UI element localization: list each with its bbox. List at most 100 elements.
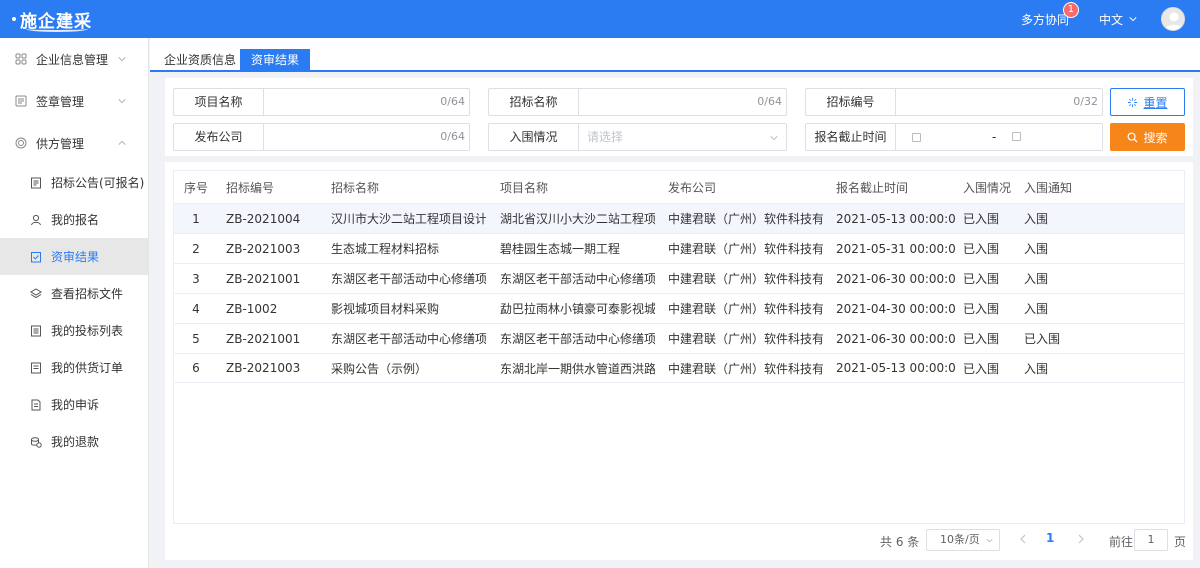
table-row[interactable]: 5 ZB-2021001 东湖区老干部活动中心修缮项... 东湖区老干部活动中心…	[174, 323, 1184, 353]
pagination-total: 共 6 条	[880, 535, 920, 549]
column-header: 招标名称	[331, 180, 380, 195]
bid-name-field[interactable]: 招标名称 0/64	[488, 88, 787, 116]
cell-notice[interactable]: 已入围	[1024, 330, 1084, 347]
cell-bid-name: 生态城工程材料招标	[331, 242, 440, 256]
cell-bid-no: ZB-2021004	[226, 211, 301, 226]
cell-project-name: 碧桂园生态城一期工程	[500, 242, 621, 256]
cell-shortlist: 已入围	[963, 302, 1000, 316]
sidebar-item-my-registration[interactable]: 我的报名	[0, 201, 148, 238]
cell-notice[interactable]: 入围	[1024, 240, 1084, 257]
field-label: 招标名称	[489, 89, 579, 115]
sidebar-item-my-bids[interactable]: 我的投标列表	[0, 312, 148, 349]
column-header: 入围情况	[963, 180, 1012, 195]
shortlist-select[interactable]: 请选择	[579, 124, 786, 150]
tab-enterprise-qualification[interactable]: 企业资质信息	[153, 49, 247, 72]
sidebar-item-my-refunds[interactable]: 我的退款	[0, 423, 148, 460]
bid-name-input[interactable]: 0/64	[579, 89, 786, 115]
page-number-current[interactable]: 1	[1046, 531, 1054, 545]
avatar[interactable]	[1161, 7, 1185, 31]
cell-project-name: 东湖北岸一期供水管道西洪路...	[500, 361, 655, 376]
publisher-input[interactable]: 0/64	[264, 124, 469, 150]
sidebar-item-bid-notice[interactable]: 招标公告(可报名)	[0, 164, 148, 201]
cell-publisher: 中建君联（广州）软件科技有...	[668, 242, 823, 256]
table-row[interactable]: 1 ZB-2021004 汉川市大沙二站工程项目设计... 湖北省汉川小大沙二站…	[174, 203, 1184, 233]
page-suffix: 页	[1174, 535, 1187, 549]
goto-page-input[interactable]: 1	[1134, 529, 1168, 551]
language-select[interactable]: 中文	[1099, 11, 1137, 28]
pagination: 共 6 条 10条/页 1 前往 1 页	[165, 528, 1193, 552]
shortlist-field[interactable]: 入围情况 请选择	[488, 123, 787, 151]
cell-deadline: 2021-05-31 00:00:00	[836, 241, 956, 256]
cell-publisher: 中建君联（广州）软件科技有...	[668, 332, 823, 346]
menu-group-supplier[interactable]: 供方管理	[0, 122, 148, 164]
chevron-down-icon	[118, 99, 126, 104]
order-icon	[31, 362, 41, 373]
cell-bid-no: ZB-1002	[226, 301, 278, 316]
cell-index: 1	[192, 211, 200, 226]
logo-dot	[12, 17, 16, 21]
project-name-field[interactable]: 项目名称 0/64	[173, 88, 470, 116]
table-row[interactable]: 3 ZB-2021001 东湖区老干部活动中心修缮项... 东湖区老干部活动中心…	[174, 263, 1184, 293]
top-header: 施企建采 多方协同 1 中文	[0, 0, 1200, 38]
layers-icon	[30, 287, 42, 298]
cell-shortlist: 已入围	[963, 332, 1000, 346]
char-count: 0/64	[757, 95, 782, 108]
sidebar-item-view-bid-docs[interactable]: 查看招标文件	[0, 275, 148, 312]
cell-shortlist: 已入围	[963, 361, 1000, 376]
sidebar-item-qualification-result[interactable]: 资审结果	[0, 238, 148, 275]
sidebar-item-my-orders[interactable]: 我的供货订单	[0, 349, 148, 386]
bid-number-input[interactable]: 0/32	[896, 89, 1102, 115]
page-size-value: 10条/页	[940, 533, 980, 546]
collab-label: 多方协同	[1020, 12, 1069, 27]
deadline-range-field[interactable]: 报名截止时间 -	[805, 123, 1103, 151]
reset-button[interactable]: 重置	[1110, 88, 1185, 116]
menu-group-enterprise[interactable]: 企业信息管理	[0, 38, 148, 80]
cell-index: 6	[192, 361, 200, 375]
project-name-input[interactable]: 0/64	[264, 89, 469, 115]
bid-number-field[interactable]: 招标编号 0/32	[805, 88, 1103, 116]
page-size-select[interactable]: 10条/页	[926, 529, 1000, 551]
menu-group-seal[interactable]: 签章管理	[0, 80, 148, 122]
deadline-range-input[interactable]: -	[896, 124, 1102, 150]
user-icon	[31, 214, 41, 225]
menu-group-label: 供方管理	[36, 136, 85, 151]
cell-index: 4	[192, 301, 200, 316]
menu-group-label: 签章管理	[36, 94, 85, 109]
table-row[interactable]: 2 ZB-2021003 生态城工程材料招标 碧桂园生态城一期工程 中建君联（广…	[174, 233, 1184, 263]
logo-swoosh	[26, 26, 88, 32]
target-icon	[15, 137, 27, 149]
seal-icon	[15, 95, 27, 107]
table-row[interactable]: 6 ZB-2021003 采购公告（示例） 东湖北岸一期供水管道西洪路... 中…	[174, 353, 1184, 383]
cell-bid-no: ZB-2021003	[226, 361, 301, 375]
field-label: 发布公司	[174, 124, 264, 150]
field-label: 项目名称	[174, 89, 264, 115]
cell-notice[interactable]: 入围	[1024, 210, 1084, 227]
calendar-icon	[1012, 132, 1021, 141]
cell-notice[interactable]: 入围	[1024, 270, 1084, 287]
search-button[interactable]: 搜索	[1110, 123, 1185, 151]
search-icon	[1127, 132, 1138, 143]
cell-notice[interactable]: 入围	[1024, 300, 1084, 317]
column-header: 发布公司	[668, 180, 717, 195]
document-icon	[31, 399, 41, 410]
table-row[interactable]: 4 ZB-1002 影视城项目材料采购 勐巴拉雨林小镇豪可泰影视城... 中建君…	[174, 293, 1184, 323]
sidebar-item-my-appeals[interactable]: 我的申诉	[0, 386, 148, 423]
collab-menu[interactable]: 多方协同 1	[1020, 1, 1079, 28]
chevron-down-icon	[986, 538, 993, 543]
cell-publisher: 中建君联（广州）软件科技有...	[668, 361, 823, 376]
column-header: 招标编号	[226, 180, 275, 195]
char-count: 0/64	[440, 130, 465, 143]
next-page-icon[interactable]	[1075, 532, 1087, 546]
menu-group-label: 企业信息管理	[36, 52, 109, 67]
search-label: 搜索	[1143, 130, 1168, 145]
cell-notice[interactable]: 入围	[1024, 360, 1084, 377]
tab-qualification-result[interactable]: 资审结果	[240, 49, 311, 72]
select-placeholder: 请选择	[587, 130, 624, 144]
prev-page-icon[interactable]	[1017, 532, 1029, 546]
cell-index: 5	[192, 331, 200, 346]
sidebar-item-label: 我的供货订单	[51, 361, 124, 375]
publisher-field[interactable]: 发布公司 0/64	[173, 123, 470, 151]
cell-project-name: 东湖区老干部活动中心修缮项目	[500, 272, 655, 286]
cell-bid-name: 采购公告（示例）	[331, 361, 428, 376]
user-avatar-icon	[1165, 12, 1183, 30]
